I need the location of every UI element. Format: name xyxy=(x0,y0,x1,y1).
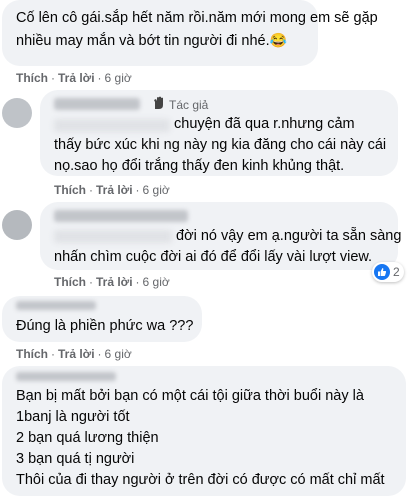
comment-actions: Thích · Trả lời · 6 giờ xyxy=(16,346,132,362)
reaction-summary[interactable]: 2 xyxy=(372,262,404,282)
reply-link[interactable]: Trả lời xyxy=(96,275,133,289)
comment-text: 2 bạn quá lương thiện xyxy=(16,430,159,446)
comment-text: Đúng là phiền phức wa ??? xyxy=(16,318,194,334)
separator: · xyxy=(97,71,102,85)
author-badge-icon xyxy=(152,96,166,113)
like-link[interactable]: Thích xyxy=(16,347,48,361)
author-badge-label: Tác giả xyxy=(169,97,209,112)
comment-text: thấy bức xúc khi ng này ng kia đăng cho … xyxy=(54,137,387,153)
comment-text: nhấn chìm cuộc đời ai đó để đổi lấy vài … xyxy=(54,249,373,265)
author-badge: Tác giả xyxy=(152,96,208,113)
reply-link[interactable]: Trả lời xyxy=(58,71,95,85)
author-name[interactable] xyxy=(16,372,116,381)
reaction-count: 2 xyxy=(393,265,400,279)
blurred-text xyxy=(54,119,170,132)
avatar[interactable] xyxy=(2,98,32,128)
comment-text: nọ.sao họ đổi trắng thấy đen kinh khủng … xyxy=(54,158,345,174)
comment-text: chuyện đã qua r.nhưng cảm xyxy=(174,116,355,132)
separator: · xyxy=(135,275,140,289)
separator: · xyxy=(51,347,55,361)
author-name[interactable] xyxy=(16,301,96,310)
laughing-emoji-icon: 😂 xyxy=(269,32,288,48)
timestamp[interactable]: 6 giờ xyxy=(105,71,132,85)
comment-text: Cố lên cô gái.sắp hết năm rồi.năm mới mo… xyxy=(16,10,378,26)
comment-text: nhiều may mắn và bớt tin người đi nhé.😂 xyxy=(16,30,287,52)
separator: · xyxy=(89,275,93,289)
comment-text-line: nhiều may mắn và bớt tin người đi nhé. xyxy=(16,33,270,49)
like-link[interactable]: Thích xyxy=(54,183,86,197)
timestamp[interactable]: 6 giờ xyxy=(143,275,170,289)
comment-actions: Thích · Trả lời · 6 giờ xyxy=(54,274,170,290)
reply-link[interactable]: Trả lời xyxy=(58,347,95,361)
like-link[interactable]: Thích xyxy=(54,275,86,289)
comment-text: Bạn bị mất bởi bạn có một cái tội giữa t… xyxy=(16,388,364,404)
timestamp[interactable]: 6 giờ xyxy=(105,347,132,361)
comment-text: Thôi của đi thay người ở trên đời có đượ… xyxy=(16,472,385,488)
comment-text: đời nó vậy em ạ.người ta sẵn sàng xyxy=(176,228,402,244)
timestamp[interactable]: 6 giờ xyxy=(143,183,170,197)
comment-text: 3 bạn quá tị người xyxy=(16,451,135,467)
avatar[interactable] xyxy=(2,210,32,240)
comment-actions: Thích · Trả lời · 6 giờ xyxy=(54,182,170,198)
like-link[interactable]: Thích xyxy=(16,71,48,85)
separator: · xyxy=(89,183,93,197)
author-name[interactable] xyxy=(54,210,188,222)
author-name[interactable] xyxy=(54,98,140,110)
separator: · xyxy=(51,71,55,85)
separator: · xyxy=(135,183,140,197)
like-reaction-icon xyxy=(374,264,390,280)
comment-actions: Thích · Trả lời · 6 giờ xyxy=(16,70,132,86)
reply-link[interactable]: Trả lời xyxy=(96,183,133,197)
blurred-text xyxy=(54,230,172,243)
separator: · xyxy=(97,347,102,361)
comment-text: 1banj là người tốt xyxy=(16,409,130,425)
